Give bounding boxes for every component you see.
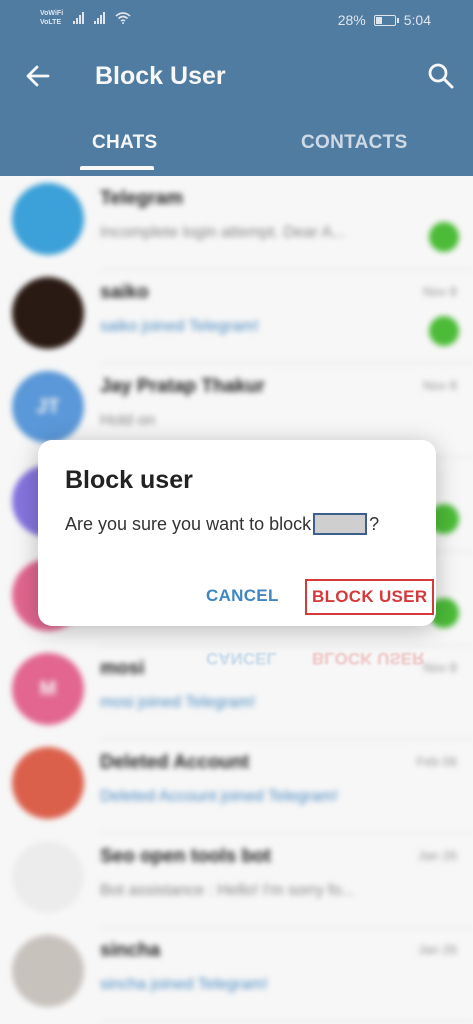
block-reflection: BLOCK USER (312, 649, 425, 668)
dialog-message-text: Are you sure you want to block (65, 513, 312, 534)
redacted-username (313, 513, 368, 535)
cancel-reflection: CANCEL (206, 649, 277, 668)
dialog-message: Are you sure you want to block ? (65, 513, 379, 535)
dialog-title: Block user (65, 466, 193, 494)
block-user-button[interactable]: BLOCK USER (305, 579, 435, 615)
block-user-dialog: Block user Are you sure you want to bloc… (38, 440, 436, 626)
dialog-message-suffix: ? (369, 513, 380, 534)
cancel-button[interactable]: CANCEL (206, 586, 279, 606)
